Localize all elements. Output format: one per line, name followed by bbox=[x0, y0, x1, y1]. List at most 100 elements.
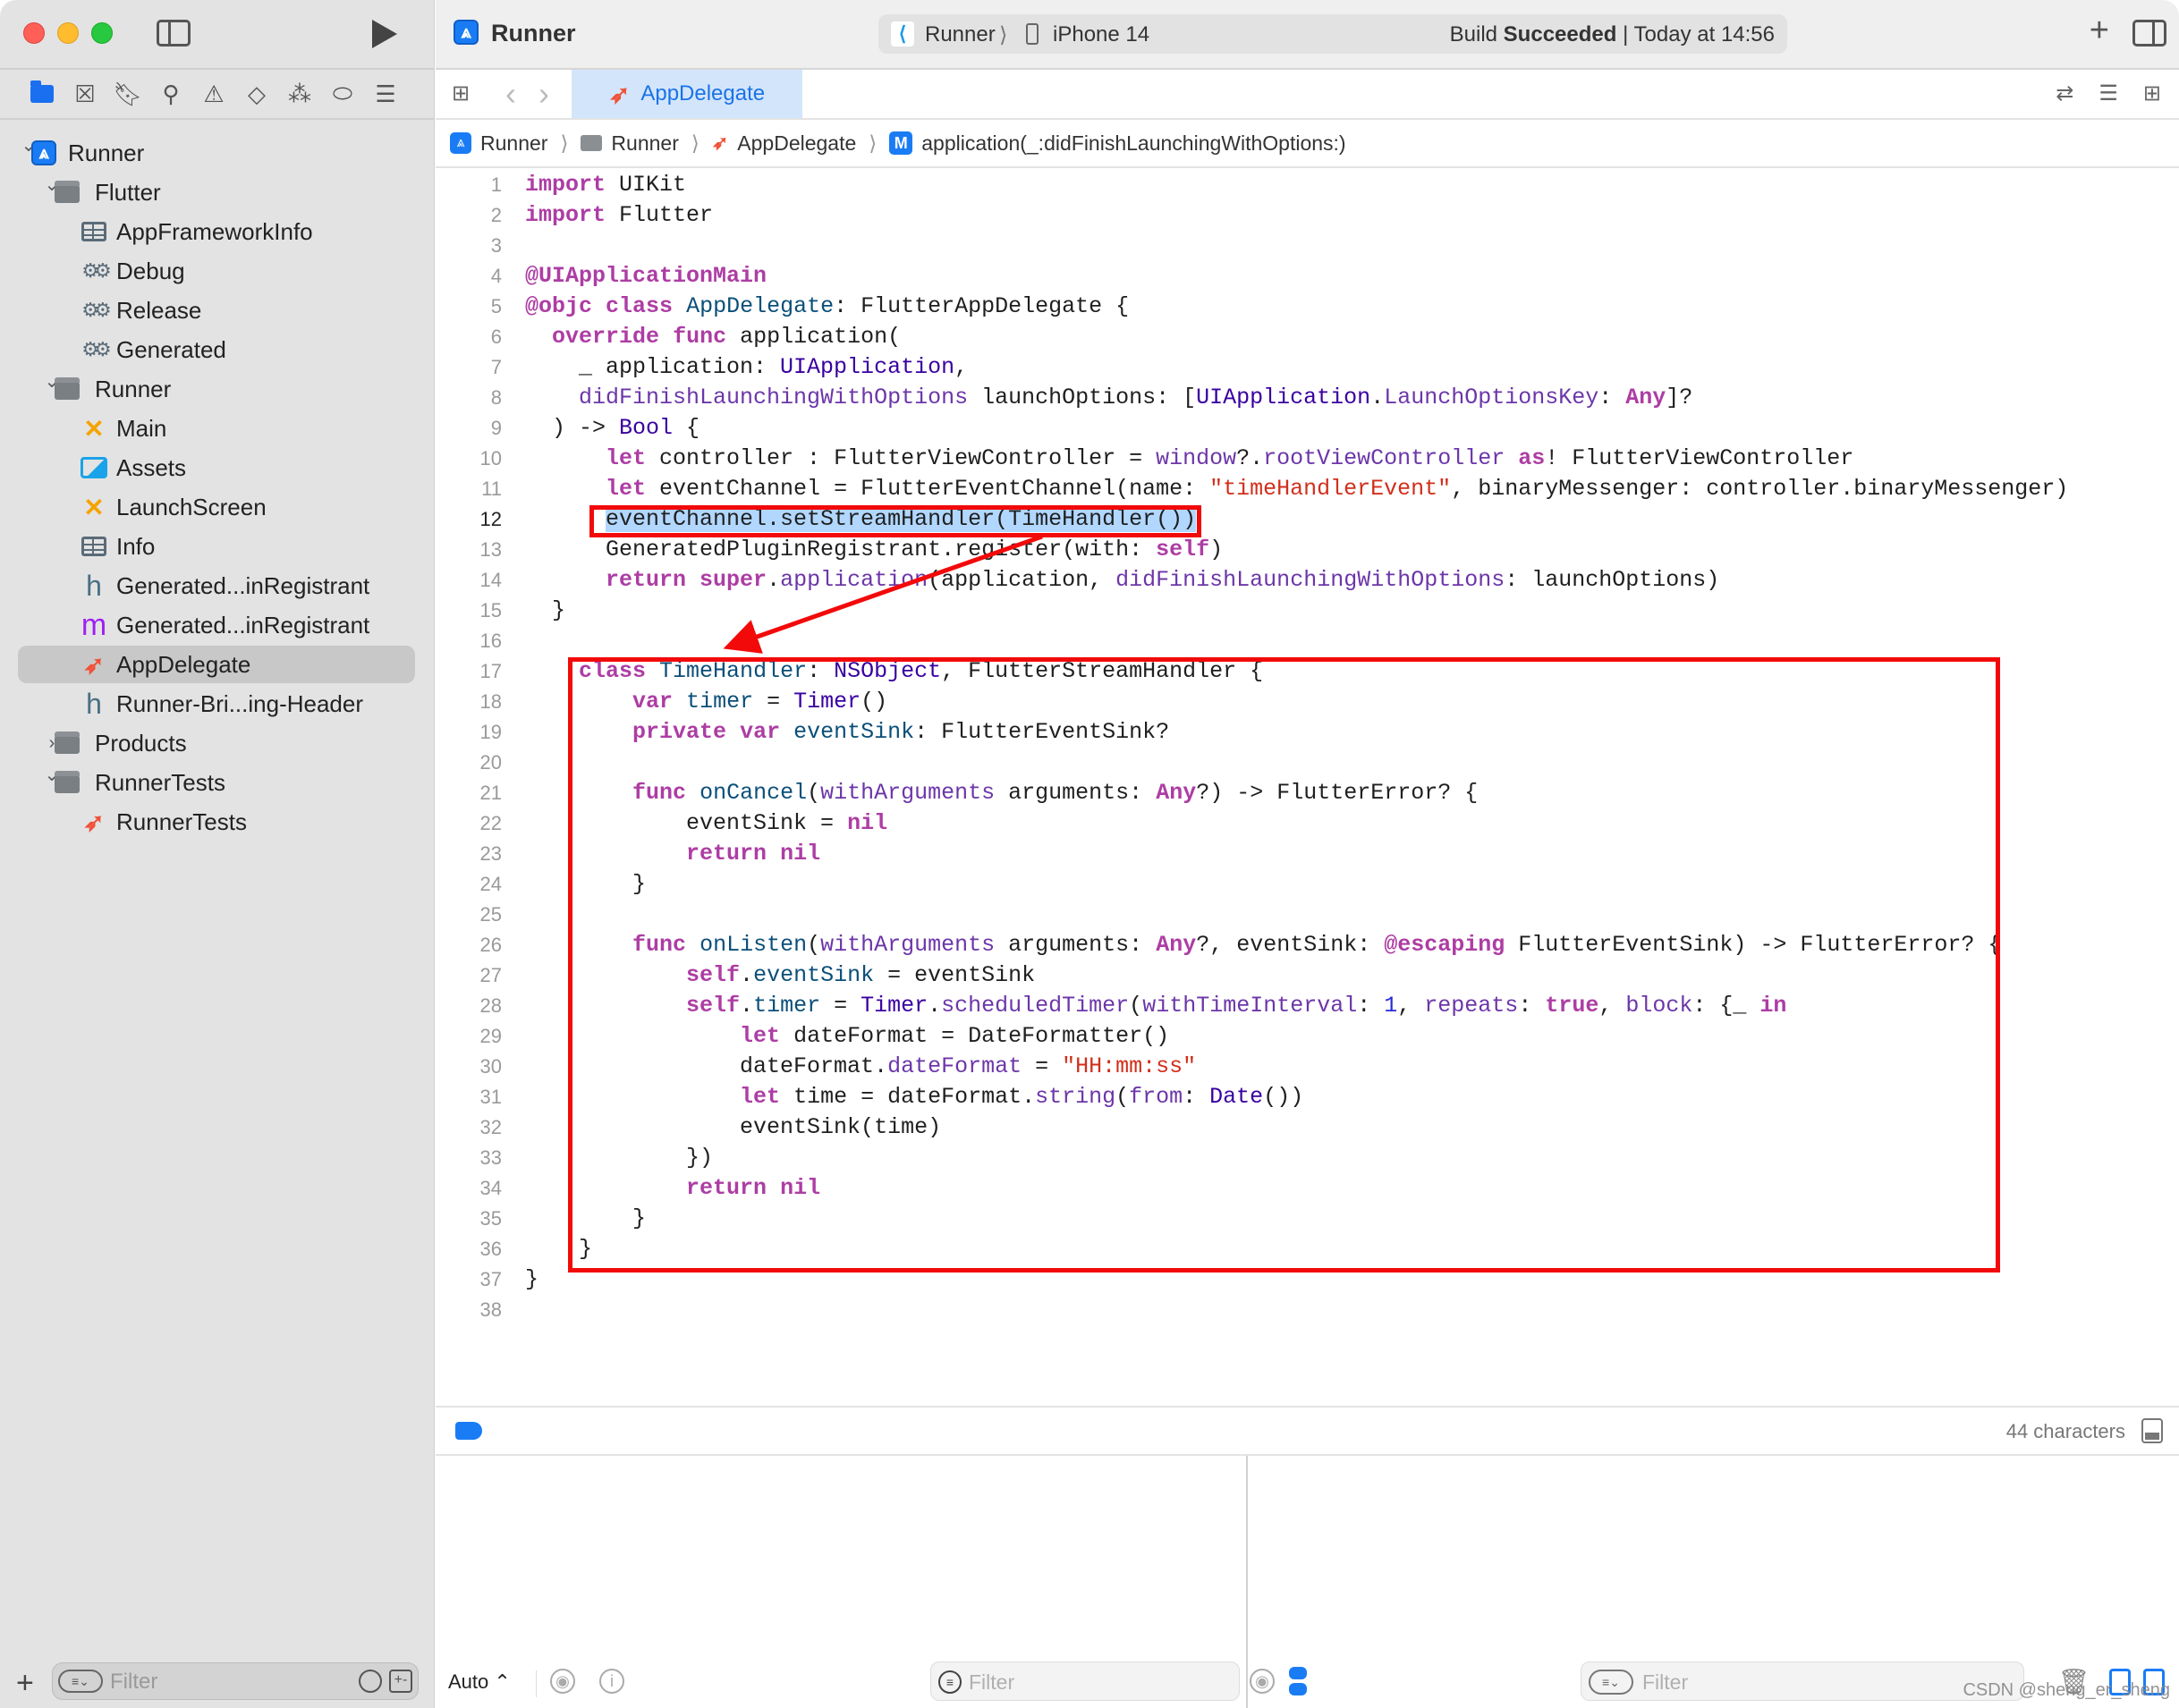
tree-item[interactable]: m Generated...inRegistrant bbox=[18, 606, 415, 644]
line-number[interactable]: 2 bbox=[436, 200, 502, 231]
tree-item[interactable]: ⌄ Flutter bbox=[18, 173, 415, 211]
line-number[interactable]: 16 bbox=[436, 626, 502, 656]
variables-filter-input[interactable] bbox=[969, 1669, 1219, 1695]
line-number[interactable]: 32 bbox=[436, 1112, 502, 1143]
tree-item[interactable]: ⚙⚙ Release bbox=[18, 292, 415, 329]
line-number[interactable]: 14 bbox=[436, 565, 502, 596]
tree-item[interactable]: ⚙⚙ Generated bbox=[18, 331, 415, 368]
line-number[interactable]: 20 bbox=[436, 748, 502, 778]
code-line[interactable]: 30 dateFormat.dateFormat = "HH:mm:ss" bbox=[436, 1052, 2179, 1082]
filter-options-icon[interactable]: ≡⌄ bbox=[1589, 1670, 1633, 1695]
line-number[interactable]: 8 bbox=[436, 383, 502, 413]
breadcrumb-file[interactable]: ➶ AppDelegate bbox=[712, 131, 856, 156]
line-number[interactable]: 5 bbox=[436, 292, 502, 322]
line-number[interactable]: 9 bbox=[436, 413, 502, 444]
line-number[interactable]: 27 bbox=[436, 960, 502, 991]
navigator-filter-input[interactable] bbox=[110, 1669, 334, 1695]
editor-options-icon[interactable]: ☰ bbox=[2098, 80, 2118, 106]
forward-button[interactable]: › bbox=[538, 75, 549, 113]
code-line[interactable]: 18 var timer = Timer() bbox=[436, 687, 2179, 717]
code-line[interactable]: 36 } bbox=[436, 1234, 2179, 1264]
code-line[interactable]: 23 return nil bbox=[436, 839, 2179, 869]
code-line[interactable]: 35 } bbox=[436, 1204, 2179, 1234]
line-number[interactable]: 15 bbox=[436, 596, 502, 626]
line-number[interactable]: 33 bbox=[436, 1143, 502, 1173]
code-line[interactable]: 5 @objc class AppDelegate: FlutterAppDele… bbox=[436, 292, 2179, 322]
line-number[interactable]: 25 bbox=[436, 900, 502, 930]
test-icon[interactable]: ◇ bbox=[242, 79, 272, 109]
line-number[interactable]: 34 bbox=[436, 1173, 502, 1204]
recent-files-icon[interactable] bbox=[359, 1670, 382, 1693]
line-number[interactable]: 6 bbox=[436, 322, 502, 352]
tab-appdelegate[interactable]: ➶ AppDelegate bbox=[572, 70, 802, 118]
filter-options-icon[interactable]: ≡⌄ bbox=[58, 1670, 103, 1693]
tree-item[interactable]: ✕ LaunchScreen bbox=[18, 488, 415, 526]
tree-item[interactable]: ⚙⚙ Debug bbox=[18, 252, 415, 290]
split-editor-icon[interactable]: ⊞ bbox=[2143, 80, 2161, 106]
line-number[interactable]: 29 bbox=[436, 1021, 502, 1052]
code-line[interactable]: 15 } bbox=[436, 596, 2179, 626]
issue-icon[interactable]: ⚠ bbox=[199, 79, 229, 109]
line-number[interactable]: 35 bbox=[436, 1204, 502, 1234]
code-line[interactable]: 14 return super.application(application,… bbox=[436, 565, 2179, 596]
device-selector[interactable]: iPhone 14 bbox=[1053, 22, 1149, 47]
code-line[interactable]: 11 let eventChannel = FlutterEventChanne… bbox=[436, 474, 2179, 504]
code-review-icon[interactable]: ⇄ bbox=[2056, 80, 2073, 106]
add-file-button[interactable]: + bbox=[16, 1666, 34, 1701]
line-number[interactable]: 19 bbox=[436, 717, 502, 748]
project-navigator-icon[interactable] bbox=[27, 79, 57, 109]
report-icon[interactable]: ☰ bbox=[370, 79, 401, 109]
tree-item[interactable]: ➶ RunnerTests bbox=[18, 803, 415, 841]
tree-item[interactable]: ⌄ ⩓ Runner bbox=[18, 134, 415, 172]
code-line[interactable]: 31 let time = dateFormat.string(from: Da… bbox=[436, 1082, 2179, 1112]
eye-icon[interactable]: ◉ bbox=[1250, 1669, 1275, 1694]
code-line[interactable]: 8 didFinishLaunchingWithOptions launchOp… bbox=[436, 383, 2179, 413]
breakpoints-toggle[interactable] bbox=[455, 1422, 482, 1440]
tree-item[interactable]: ⌄ Runner bbox=[18, 370, 415, 408]
line-number[interactable]: 30 bbox=[436, 1052, 502, 1082]
line-number[interactable]: 17 bbox=[436, 656, 502, 687]
variables-scope-select[interactable]: Auto ⌃ bbox=[448, 1670, 511, 1694]
line-number[interactable]: 4 bbox=[436, 261, 502, 292]
code-line[interactable]: 1 import UIKit bbox=[436, 170, 2179, 200]
code-line[interactable]: 33 }) bbox=[436, 1143, 2179, 1173]
source-editor[interactable]: 1 import UIKit 2 import Flutter 3 4 @UIApplica… bbox=[436, 170, 2179, 1404]
sidebar-toggle-icon[interactable] bbox=[157, 20, 191, 47]
line-number[interactable]: 26 bbox=[436, 930, 502, 960]
source-control-filter-icon[interactable]: +- bbox=[389, 1670, 412, 1693]
code-line[interactable]: 6 override func application( bbox=[436, 322, 2179, 352]
tree-item[interactable]: ✕ Main bbox=[18, 410, 415, 447]
breakpoint-icon[interactable]: ⬭ bbox=[327, 79, 358, 109]
breadcrumb-group[interactable]: Runner bbox=[581, 131, 679, 156]
line-number[interactable]: 28 bbox=[436, 991, 502, 1021]
tree-item[interactable]: › Products bbox=[18, 724, 415, 762]
tree-item[interactable]: AppFrameworkInfo bbox=[18, 213, 415, 250]
line-number[interactable]: 3 bbox=[436, 231, 502, 261]
code-line[interactable]: 20 bbox=[436, 748, 2179, 778]
console-split-icon[interactable] bbox=[1289, 1667, 1310, 1697]
code-line[interactable]: 25 bbox=[436, 900, 2179, 930]
bookmark-icon[interactable]: 🔖︎ bbox=[113, 79, 143, 109]
eye-icon[interactable]: ◉ bbox=[550, 1669, 575, 1694]
code-line[interactable]: 13 GeneratedPluginRegistrant.register(wi… bbox=[436, 535, 2179, 565]
line-number[interactable]: 38 bbox=[436, 1295, 502, 1325]
code-line[interactable]: 2 import Flutter bbox=[436, 200, 2179, 231]
code-line[interactable]: 32 eventSink(time) bbox=[436, 1112, 2179, 1143]
debug-area-toggle-icon[interactable] bbox=[2141, 1418, 2163, 1443]
tree-item[interactable]: h Generated...inRegistrant bbox=[18, 567, 415, 605]
tree-item[interactable]: ⌄ RunnerTests bbox=[18, 764, 415, 801]
code-line[interactable]: 37} bbox=[436, 1264, 2179, 1295]
code-line[interactable]: 21 func onCancel(withArguments arguments… bbox=[436, 778, 2179, 808]
debug-icon[interactable]: ⁂ bbox=[284, 79, 315, 109]
related-items-icon[interactable]: ⊞ bbox=[452, 82, 475, 106]
code-line[interactable]: 16 bbox=[436, 626, 2179, 656]
code-line[interactable]: 29 let dateFormat = DateFormatter() bbox=[436, 1021, 2179, 1052]
line-number[interactable]: 11 bbox=[436, 474, 502, 504]
code-line[interactable]: 27 self.eventSink = eventSink bbox=[436, 960, 2179, 991]
run-button[interactable] bbox=[372, 20, 397, 48]
line-number[interactable]: 12 bbox=[436, 504, 502, 535]
code-line[interactable]: 9 ) -> Bool { bbox=[436, 413, 2179, 444]
line-number[interactable]: 37 bbox=[436, 1264, 502, 1295]
code-line[interactable]: 22 eventSink = nil bbox=[436, 808, 2179, 839]
window-close-button[interactable] bbox=[23, 22, 45, 44]
